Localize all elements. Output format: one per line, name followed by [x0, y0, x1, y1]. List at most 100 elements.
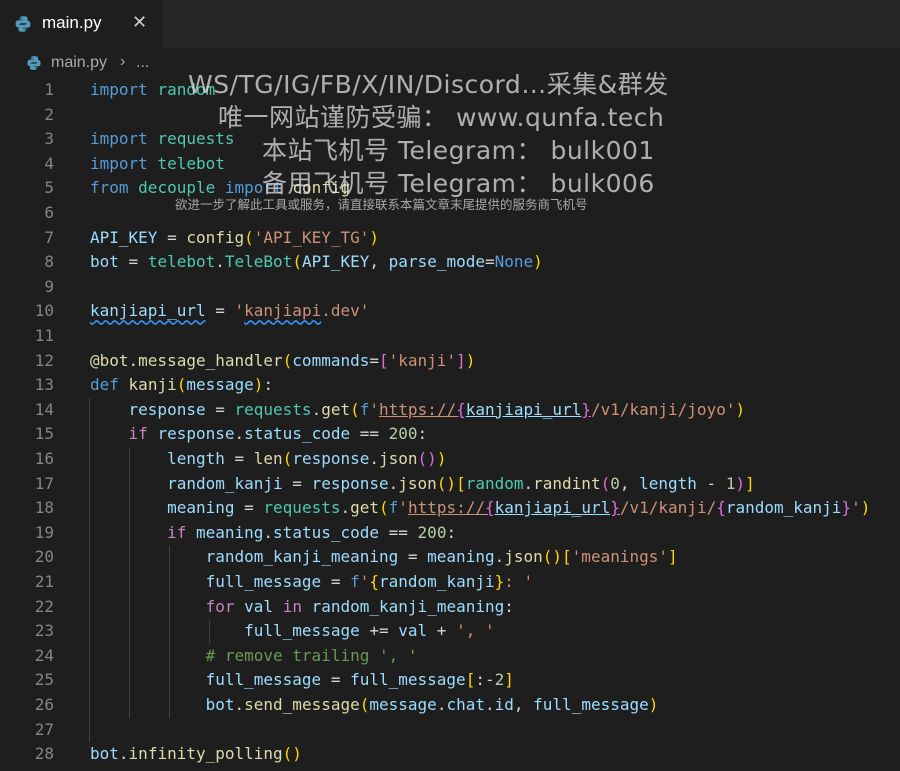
- code-text: import telebot: [90, 152, 225, 177]
- code-token: (: [244, 227, 254, 247]
- line-number: 14: [34, 399, 54, 419]
- code-line[interactable]: 3 import requests: [0, 127, 900, 152]
- code-token: import: [90, 80, 148, 99]
- code-token: random_kanji: [725, 498, 842, 518]
- code-token: .: [215, 252, 225, 272]
- code-line[interactable]: 15 if response.status_code == 200:: [0, 422, 900, 447]
- code-token: =: [205, 301, 235, 321]
- line-number: 6: [44, 203, 54, 222]
- code-token: 2: [494, 670, 505, 690]
- code-token: f: [388, 498, 399, 518]
- code-line[interactable]: 18 meaning = requests.get(f'https://{kan…: [0, 496, 900, 521]
- code-line[interactable]: 1 import random: [0, 78, 900, 103]
- code-line[interactable]: 7 API_KEY = config('API_KEY_TG'): [0, 226, 900, 251]
- code-line[interactable]: 25 full_message = full_message[:-2]: [0, 668, 900, 693]
- code-token: }: [581, 399, 591, 419]
- code-token: ): [735, 473, 746, 493]
- line-number: 13: [34, 375, 54, 395]
- code-line[interactable]: 13 def kanji(message):: [0, 373, 900, 398]
- code-line[interactable]: 23 full_message += val + ', ': [0, 619, 900, 644]
- code-token: meaning: [195, 522, 264, 542]
- line-number: 16: [34, 449, 54, 468]
- code-token: config: [292, 178, 351, 198]
- code-token: =: [485, 252, 495, 272]
- close-icon[interactable]: ✕: [132, 12, 147, 33]
- code-line[interactable]: 27: [0, 718, 900, 743]
- code-token: ==: [379, 522, 418, 542]
- code-token: length: [167, 449, 225, 468]
- code-token: .: [234, 424, 245, 444]
- code-text: bot.send_message(message.chat.id, full_m…: [90, 693, 659, 718]
- code-line[interactable]: 11: [0, 324, 900, 349]
- code-line[interactable]: 4 import telebot: [0, 152, 900, 177]
- code-text: meaning = requests.get(f'https://{kanjia…: [90, 496, 870, 521]
- code-text: random_kanji_meaning = meaning.json()['m…: [90, 545, 678, 570]
- code-line[interactable]: 14 response = requests.get(f'https://{ka…: [0, 398, 900, 423]
- code-token: full_message: [533, 695, 649, 714]
- code-token: ==: [350, 424, 389, 444]
- code-token: random: [465, 473, 524, 493]
- code-token: ]: [456, 350, 466, 370]
- code-token: API_KEY: [90, 227, 158, 247]
- code-token: ): [253, 375, 264, 395]
- code-token: json: [398, 473, 437, 493]
- breadcrumb-file[interactable]: main.py: [51, 54, 107, 72]
- code-token: https://: [379, 399, 457, 419]
- code-token: ): [648, 695, 659, 714]
- breadcrumb-symbols[interactable]: ...: [136, 54, 149, 72]
- code-token: len: [253, 449, 283, 468]
- code-line[interactable]: 22 for val in random_kanji_meaning:: [0, 595, 900, 620]
- code-line[interactable]: 12 @bot.message_handler(commands=['kanji'…: [0, 349, 900, 374]
- line-number: 18: [34, 498, 54, 518]
- code-line[interactable]: 5 from decouple import config: [0, 176, 900, 201]
- code-token: requests: [157, 129, 235, 149]
- code-token: bot: [90, 252, 119, 272]
- code-token: .: [263, 522, 274, 542]
- code-line[interactable]: 21 full_message = f'{random_kanji}: ': [0, 570, 900, 595]
- code-editor[interactable]: 1 import random 2 3 import requests 4 import t…: [0, 78, 900, 771]
- code-token: random: [157, 80, 216, 99]
- code-text: def kanji(message):: [90, 373, 273, 398]
- code-token: =: [224, 449, 254, 468]
- code-line[interactable]: 20 random_kanji_meaning = meaning.json()…: [0, 545, 900, 570]
- line-number: 28: [34, 744, 54, 764]
- code-token: =: [234, 498, 264, 518]
- code-line[interactable]: 26 bot.send_message(message.chat.id, ful…: [0, 693, 900, 718]
- code-token: {: [716, 498, 726, 518]
- code-token: =: [118, 252, 148, 272]
- code-token: =: [398, 547, 428, 567]
- code-line[interactable]: 28 bot.infinity_polling(): [0, 742, 900, 767]
- code-token: kanji: [128, 375, 177, 395]
- line-number: 25: [34, 670, 54, 690]
- code-token: response: [128, 399, 206, 419]
- code-token: 'API_KEY_TG': [253, 227, 370, 247]
- code-line[interactable]: 9: [0, 275, 900, 300]
- code-line[interactable]: 6: [0, 201, 900, 226]
- code-text: import random: [90, 78, 215, 103]
- code-token: (: [176, 375, 187, 395]
- code-token: (): [282, 744, 302, 764]
- code-line[interactable]: 24 # remove trailing ', ': [0, 644, 900, 669]
- code-token: kanjiapi_url: [465, 399, 582, 419]
- code-line[interactable]: 8 bot = telebot.TeleBot(API_KEY, parse_mo…: [0, 250, 900, 275]
- code-line[interactable]: 2: [0, 103, 900, 128]
- code-token: (: [359, 695, 370, 714]
- code-token: }: [841, 498, 852, 518]
- code-line[interactable]: 16 length = len(response.json()): [0, 447, 900, 472]
- line-number: 24: [34, 645, 54, 665]
- code-token: .: [494, 547, 505, 567]
- code-token: =: [321, 572, 351, 591]
- tab-main-py[interactable]: main.py ✕: [0, 0, 162, 48]
- code-line[interactable]: 10 kanjiapi_url = 'kanjiapi.dev': [0, 299, 900, 324]
- code-line[interactable]: 17 random_kanji = response.json()[random…: [0, 472, 900, 497]
- code-token: get: [350, 498, 380, 518]
- code-token: requests: [234, 399, 312, 419]
- code-token: @bot.message_handler: [90, 350, 283, 370]
- code-line[interactable]: 19 if meaning.status_code == 200:: [0, 521, 900, 546]
